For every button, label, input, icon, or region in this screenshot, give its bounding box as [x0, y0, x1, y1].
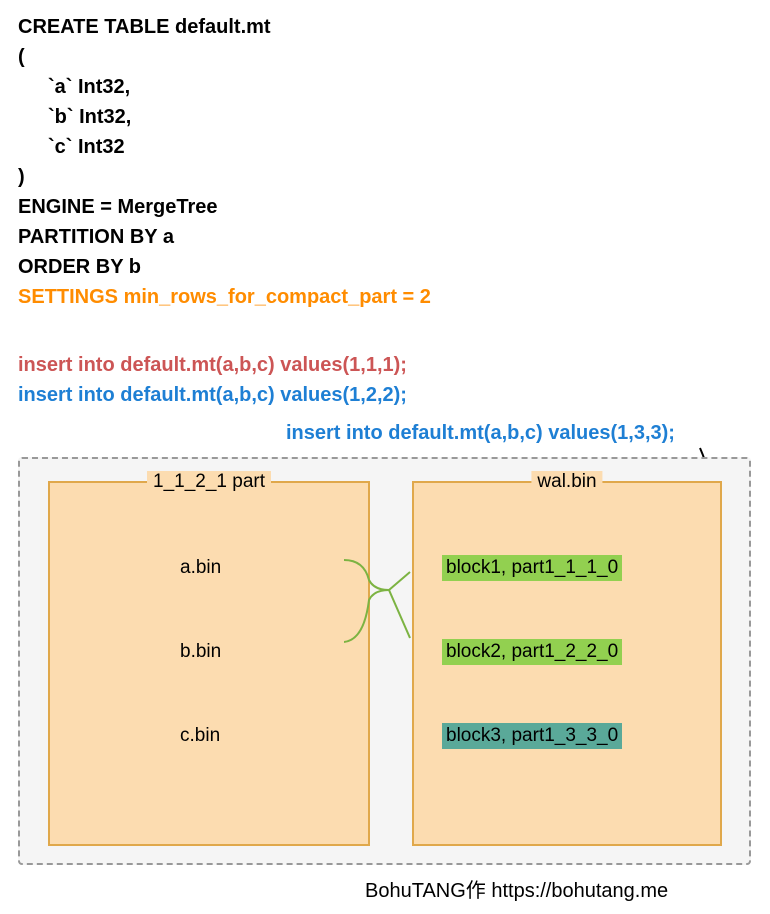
part-box: 1_1_2_1 part a.bin b.bin c.bin [48, 481, 370, 846]
part-title-wrap: 1_1_2_1 part [147, 471, 271, 493]
file-c-bin: c.bin [180, 725, 220, 747]
file-b-bin: b.bin [180, 641, 221, 663]
credit-text: BohuTANG作 https://bohutang.me [365, 874, 668, 903]
code-line-8: PARTITION BY a [18, 222, 431, 252]
file-a-bin: a.bin [180, 557, 221, 579]
code-line-2: ( [18, 42, 431, 72]
block-2: block2, part1_2_2_0 [442, 639, 622, 665]
wal-title-wrap: wal.bin [531, 471, 602, 493]
code-line-6: ) [18, 162, 431, 192]
insert-statement-red: insert into default.mt(a,b,c) values(1,1… [18, 354, 407, 377]
insert-statement-blue-1: insert into default.mt(a,b,c) values(1,2… [18, 384, 407, 407]
wal-box: wal.bin block1, part1_1_1_0 block2, part… [412, 481, 722, 846]
sql-code-block: CREATE TABLE default.mt ( `a` Int32, `b`… [18, 12, 431, 312]
insert-statement-blue-2: insert into default.mt(a,b,c) values(1,3… [286, 422, 675, 445]
code-line-1: CREATE TABLE default.mt [18, 12, 431, 42]
storage-container: 1_1_2_1 part a.bin b.bin c.bin wal.bin b… [18, 457, 751, 865]
code-line-9: ORDER BY b [18, 252, 431, 282]
code-line-10: SETTINGS min_rows_for_compact_part = 2 [18, 282, 431, 312]
block-1: block1, part1_1_1_0 [442, 555, 622, 581]
code-line-3: `a` Int32, [18, 72, 431, 102]
part-title: 1_1_2_1 part [153, 471, 265, 492]
code-line-7: ENGINE = MergeTree [18, 192, 431, 222]
code-line-4: `b` Int32, [18, 102, 431, 132]
wal-title: wal.bin [537, 471, 596, 492]
code-line-5: `c` Int32 [18, 132, 431, 162]
block-3: block3, part1_3_3_0 [442, 723, 622, 749]
